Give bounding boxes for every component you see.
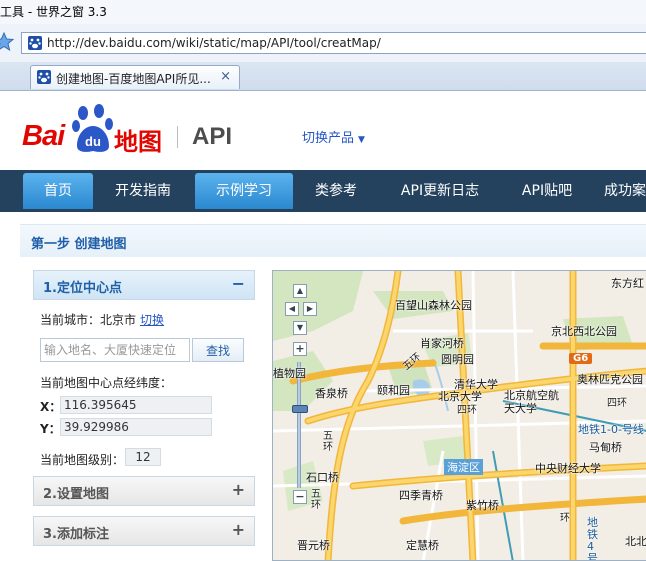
baidu-map-logo[interactable]: Bai du 地图 [22,104,162,156]
search-button[interactable]: 查找 [192,338,244,362]
url-field[interactable]: http://dev.baidu.com/wiki/static/map/API… [21,32,646,54]
map-label: 马甸桥 [589,441,622,454]
map-label: 肖家河桥 [420,337,464,350]
address-bar: http://dev.baidu.com/wiki/static/map/API… [0,24,646,63]
step-header: 第一步 创建地图 [20,224,646,257]
nav-api-forum[interactable]: API贴吧 [508,173,586,209]
map-label: 奥林匹克公园 [577,373,643,386]
pan-up-icon[interactable]: ▲ [293,284,307,298]
map-label: 植物园 [273,367,306,380]
zoom-slider-handle[interactable] [292,405,308,413]
map-label: 京北西北公园 [551,325,617,338]
zoom-level-label: 当前地图级别： [40,453,125,467]
map-label: 四环 [457,405,477,416]
browser-tab[interactable]: 创建地图-百度地图API所见... × [30,65,240,89]
zoom-in-button[interactable]: + [293,342,307,356]
pan-down-icon[interactable]: ▼ [293,321,307,335]
location-search-input[interactable] [40,338,190,362]
map-label: 定慧桥 [406,539,439,552]
g6-highway-badge: G6 [569,353,593,364]
district-badge: 海淀区 [444,459,483,475]
baidu-paw-icon [28,36,42,50]
switch-city-link[interactable]: 切换 [140,311,164,328]
collapse-icon[interactable]: − [232,274,245,293]
nav-class-reference[interactable]: 类参考 [302,173,370,209]
switch-product-label: 切换产品 [302,131,355,146]
section-title: 2.设置地图 [43,487,109,502]
expand-icon[interactable]: + [232,480,245,499]
step-title: 第一步 创建地图 [31,237,127,252]
logo-text-bai: Bai [22,120,65,152]
nav-examples[interactable]: 示例学习 [195,173,293,209]
latitude-field[interactable] [60,418,212,436]
nav-home[interactable]: 首页 [23,173,93,209]
url-text: http://dev.baidu.com/wiki/static/map/API… [47,36,381,50]
section-title: 3.添加标注 [43,527,109,542]
header-divider [177,126,178,148]
close-icon[interactable]: × [220,69,231,84]
map-label: 五环 [323,431,333,453]
map-label: 地铁4号线 [587,516,598,561]
logo-text-du: du [85,134,101,149]
y-label: Y： [40,422,61,436]
map-label: 北北 [625,535,646,548]
map-label: 香泉桥 [315,387,348,400]
map-label: 四环 [607,398,627,409]
nav-success-cases[interactable]: 成功案 [604,173,646,209]
map-label: 中央财经大学 [535,462,601,475]
tab-bar: 创建地图-百度地图API所见... × [0,62,646,91]
chevron-down-icon: ▼ [358,135,365,145]
tab-title: 创建地图-百度地图API所见... [56,72,211,86]
expand-icon[interactable]: + [232,520,245,539]
section-map-settings[interactable]: 2.设置地图 + [33,476,255,506]
switch-product-menu[interactable]: 切换产品 ▼ [302,127,365,146]
window-title-bar: 工具 - 世界之窗 3.3 [0,0,646,25]
map-label: 颐和园 [377,384,410,397]
map-view[interactable]: ▲ ◀ ▶ ▼ + − 东方红 百望山森林公园 京北西北公园 肖家河桥 五环 圆… [272,270,646,561]
center-coords-label: 当前地图中心点经纬度： [40,376,173,390]
map-label: 环 [560,513,570,524]
zoom-out-button[interactable]: − [293,490,307,504]
map-label: 地铁1-0-号线 [578,423,644,436]
section-locate-center[interactable]: 1.定位中心点 − [33,270,255,300]
map-label: 石口桥 [306,471,339,484]
section-title: 1.定位中心点 [43,281,122,296]
longitude-field[interactable] [60,396,212,414]
map-label: 圆明园 [441,353,474,366]
baidu-paw-icon [37,70,51,84]
map-label: 百望山森林公园 [395,299,472,312]
favorite-star-icon[interactable] [0,32,14,52]
map-label: 四季青桥 [399,489,443,502]
map-label: 紫竹桥 [466,499,499,512]
current-city-label: 当前城市：北京市 [40,313,137,327]
window-title: 工具 - 世界之窗 3.3 [0,5,107,19]
nav-api-changelog[interactable]: API更新日志 [388,173,492,209]
map-label: 东方红 [611,277,644,290]
map-label: 五环 [311,489,321,511]
pan-left-icon[interactable]: ◀ [285,302,299,316]
zoom-level-field[interactable] [125,448,161,466]
nav-dev-guide[interactable]: 开发指南 [100,173,186,209]
main-nav: 首页 开发指南 示例学习 类参考 API更新日志 API贴吧 成功案 [0,170,646,212]
map-label: 晋元桥 [297,539,330,552]
x-label: X： [40,400,62,414]
api-label: API [192,123,233,150]
baidu-paw-logo-icon: du [72,104,113,152]
map-label: 北京航空航天大学 [504,389,559,415]
logo-text-ditu: 地图 [114,128,162,156]
section-add-marker[interactable]: 3.添加标注 + [33,516,255,546]
pan-right-icon[interactable]: ▶ [303,302,317,316]
